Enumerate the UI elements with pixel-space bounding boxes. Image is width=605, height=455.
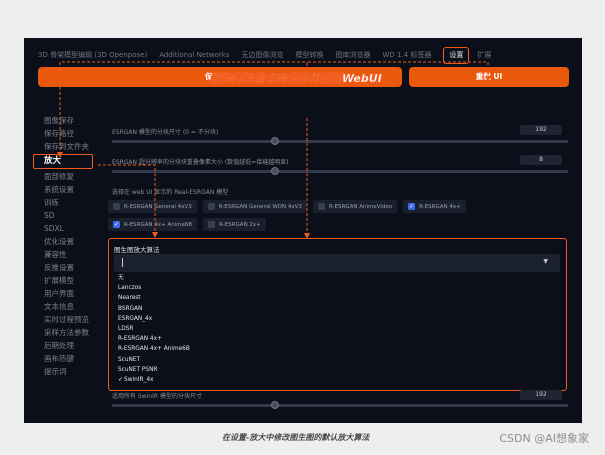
option-label: R-ESRGAN 4x+ Anime6B <box>124 221 193 228</box>
tab-settings[interactable]: 设置 <box>443 46 470 64</box>
sidebar-item-save-paths[interactable]: 保存路径 <box>44 127 122 140</box>
option-label: Nearest <box>118 295 141 302</box>
option-label: Lanczos <box>118 285 142 292</box>
option-label: R-ESRGAN 4x+ <box>419 203 461 210</box>
realesrgan-models-row-1: R-ESRGAN General 4xV3 R-ESRGAN General W… <box>108 200 466 213</box>
tab-infinite-image-browsing[interactable]: 无边图像浏览 <box>241 46 283 64</box>
tile-overlap-slider-track[interactable] <box>112 170 568 173</box>
realesrgan-option-animevideo[interactable]: R-ESRGAN AnimeVideo <box>312 200 398 213</box>
option-label: R-ESRGAN 4x+ <box>118 336 162 343</box>
option-label: ESRGAN_4x <box>118 315 153 322</box>
upscaler-options-list: 无 Lanczos Nearest BSRGAN ESRGAN_4x LDSR … <box>114 273 560 385</box>
tab-model-converter[interactable]: 模型转换 <box>295 46 323 64</box>
tab-3d-openpose[interactable]: 3D 骨架模型编辑 (3D Openpose) <box>38 46 147 64</box>
option-label: R-ESRGAN General 4xV3 <box>124 203 192 210</box>
tile-size-slider-thumb[interactable] <box>271 137 279 145</box>
upscaler-option[interactable]: ScuNET PSNR <box>114 365 560 375</box>
reload-ui-button[interactable]: 重载 UI <box>409 67 569 87</box>
swinir-tile-label: 适用所有 SwinIR 模型的分块尺寸 <box>112 393 202 400</box>
swinir-tile-input[interactable]: 192 <box>520 390 562 400</box>
checkbox-checked-icon[interactable]: ✓ <box>408 203 416 210</box>
option-label: SwinIR_4x <box>124 376 154 383</box>
checkbox-icon[interactable] <box>208 221 216 228</box>
option-label: R-ESRGAN General WDN 4xV3 <box>218 203 302 210</box>
option-label: ScuNET <box>118 356 141 363</box>
tab-extensions[interactable]: 扩展 <box>477 46 491 64</box>
tile-overlap-input[interactable]: 8 <box>520 155 562 165</box>
sidebar-item-face-restoration[interactable]: 面部修复 <box>44 170 122 183</box>
option-label: 无 <box>118 275 124 281</box>
tab-image-browser[interactable]: 图库浏览器 <box>335 46 370 64</box>
swinir-tile-slider-track[interactable] <box>112 404 568 407</box>
webui-frame: 3D 骨架模型编辑 (3D Openpose) Additional Netwo… <box>24 38 582 423</box>
upscaler-option[interactable]: LDSR <box>114 324 560 334</box>
option-label: R-ESRGAN 4x+ Anime6B <box>118 346 190 353</box>
check-icon: ✓ <box>118 375 124 383</box>
upscaler-option[interactable]: R-ESRGAN 4x+ Anime6B <box>114 344 560 354</box>
upscaler-option-selected[interactable]: ✓SwinIR_4x <box>114 375 560 385</box>
annotation-callout: 选择算法后点击保存并重载WebUI <box>210 72 382 85</box>
sidebar-item-upscaling[interactable]: 放大 <box>33 154 93 169</box>
sidebar-item-save-to-folder[interactable]: 保存到文件夹 <box>44 140 122 153</box>
realesrgan-option-general-wdn-4xv3[interactable]: R-ESRGAN General WDN 4xV3 <box>202 200 307 213</box>
upscaler-option[interactable]: ScuNET <box>114 355 560 365</box>
tile-overlap-label: ESRGAN 超分辨率的分块块重叠像素大小 (数值越低=接缝越明显) <box>112 159 289 166</box>
tile-size-label: ESRGAN 模型的分块尺寸 (0 = 不分块) <box>112 129 219 136</box>
realesrgan-option-2x-plus[interactable]: R-ESRGAN 2x+ <box>203 218 266 231</box>
realesrgan-option-4x-plus[interactable]: ✓ R-ESRGAN 4x+ <box>403 200 466 213</box>
checkbox-checked-icon[interactable]: ✓ <box>113 221 120 228</box>
realesrgan-models-row-2: ✓ R-ESRGAN 4x+ Anime6B R-ESRGAN 2x+ <box>108 218 266 231</box>
checkbox-icon[interactable] <box>317 203 325 210</box>
sidebar-item-system[interactable]: 系统设置 <box>44 183 122 196</box>
option-label: LDSR <box>118 325 134 332</box>
realesrgan-option-4x-plus-anime6b[interactable]: ✓ R-ESRGAN 4x+ Anime6B <box>108 218 198 231</box>
top-tab-bar: 3D 骨架模型编辑 (3D Openpose) Additional Netwo… <box>38 46 582 64</box>
upscaler-option[interactable]: Lanczos <box>114 283 560 293</box>
realesrgan-models-label: 选择在 web UI 显示的 Real-ESRGAN 模型 <box>112 189 229 196</box>
upscaler-option[interactable]: ESRGAN_4x <box>114 314 560 324</box>
tile-size-slider-track[interactable] <box>112 140 568 143</box>
swinir-tile-slider-thumb[interactable] <box>271 401 279 409</box>
upscaler-option[interactable]: R-ESRGAN 4x+ <box>114 334 560 344</box>
img2img-upscaler-panel: 图生图放大算法 ▼ 无 Lanczos Nearest BSRGAN ESRGA… <box>108 238 567 391</box>
tab-additional-networks[interactable]: Additional Networks <box>159 46 229 64</box>
option-label: BSRGAN <box>118 305 143 312</box>
tab-wd14-tagger[interactable]: WD 1.4 标签器 <box>382 46 431 64</box>
option-label: ScuNET PSNR <box>118 366 158 373</box>
watermark: CSDN @AI想象家 <box>499 432 589 445</box>
option-label: R-ESRGAN AnimeVideo <box>328 203 393 210</box>
sidebar-item-image-saving[interactable]: 图像保存 <box>44 114 122 127</box>
tile-size-input[interactable]: 192 <box>520 125 562 135</box>
upscaler-option[interactable]: BSRGAN <box>114 304 560 314</box>
img2img-upscaler-label: 图生图放大算法 <box>114 246 160 254</box>
upscaler-option[interactable]: Nearest <box>114 293 560 303</box>
tile-overlap-slider-thumb[interactable] <box>271 167 279 175</box>
checkbox-icon[interactable] <box>207 203 215 210</box>
upscaler-option[interactable]: 无 <box>114 273 560 283</box>
chevron-down-icon[interactable]: ▼ <box>543 258 548 265</box>
option-label: R-ESRGAN 2x+ <box>219 221 261 228</box>
img2img-upscaler-select[interactable]: ▼ <box>114 254 560 272</box>
text-caret <box>122 258 123 267</box>
realesrgan-option-general-4xv3[interactable]: R-ESRGAN General 4xV3 <box>108 200 197 213</box>
figure-caption: 在设置-放大中修改图生图的默认放大算法 <box>222 433 370 442</box>
checkbox-icon[interactable] <box>113 203 120 210</box>
